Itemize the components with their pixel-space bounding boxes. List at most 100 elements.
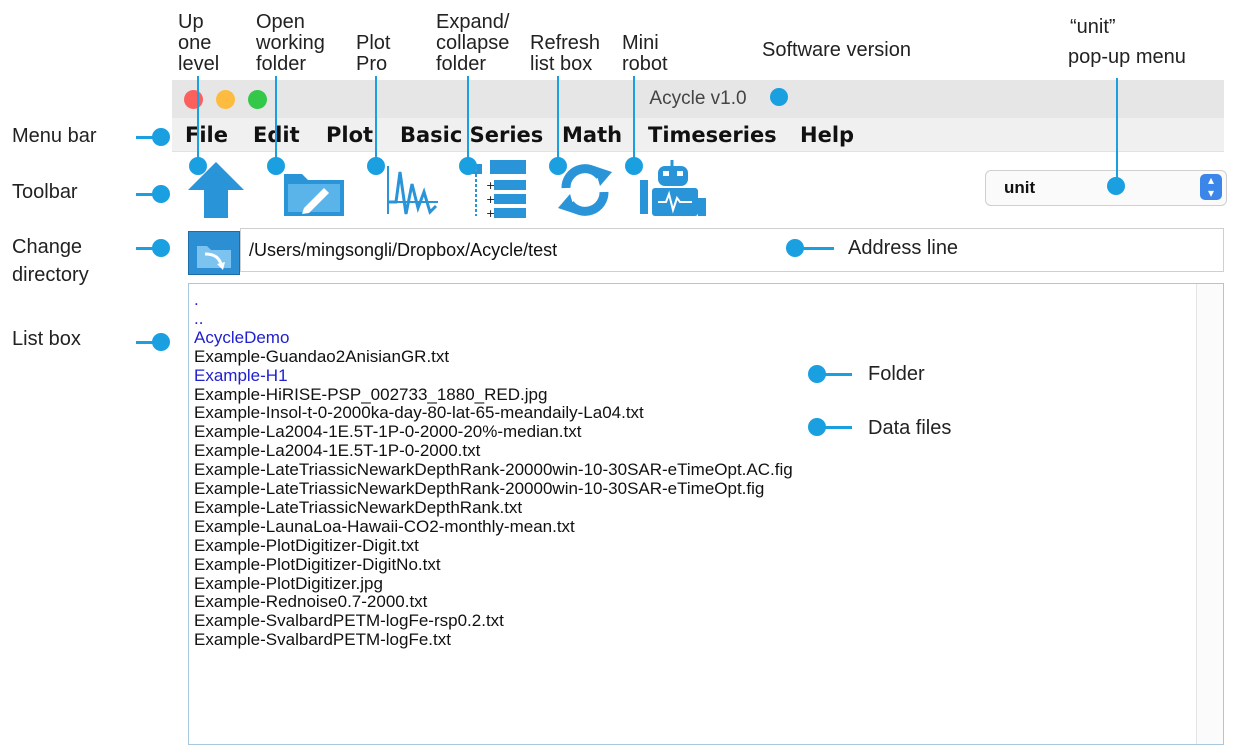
list-item-file[interactable]: Example-LateTriassicNewarkDepthRank-2000…	[194, 460, 793, 479]
change-directory-button[interactable]	[188, 231, 240, 275]
annotation-list-box: List box	[12, 328, 81, 350]
list-item-file[interactable]: Example-LaunaLoa-Hawaii-CO2-monthly-mean…	[194, 517, 575, 536]
pointer-dot	[549, 157, 567, 175]
list-item-file[interactable]: Example-PlotDigitizer-DigitNo.txt	[194, 555, 441, 574]
pointer-dot	[267, 157, 285, 175]
pointer-dot	[459, 157, 477, 175]
connector-line	[633, 76, 635, 160]
list-item-file[interactable]: Example-Rednoise0.7-2000.txt	[194, 592, 427, 611]
annotation-line: one	[178, 32, 212, 54]
menu-timeseries[interactable]: Timeseries	[648, 123, 777, 147]
menu-basic-series[interactable]: Basic Series	[400, 123, 543, 147]
list-item-file[interactable]: Example-LateTriassicNewarkDepthRank-2000…	[194, 479, 764, 498]
list-item-file[interactable]: Example-PlotDigitizer.jpg	[194, 574, 383, 593]
pointer-dot	[770, 88, 788, 106]
list-item-folder[interactable]: .	[194, 290, 199, 309]
pointer-dot	[189, 157, 207, 175]
pointer-dot	[1107, 177, 1125, 195]
list-item-file[interactable]: Example-Insol-t-0-2000ka-day-80-lat-65-m…	[194, 403, 644, 422]
list-item-file[interactable]: Example-La2004-1E.5T-1P-0-2000-20%-media…	[194, 422, 581, 441]
window-title: Acycle v1.0	[649, 88, 747, 109]
annotation-line: Refresh	[530, 32, 601, 54]
address-line[interactable]: /Users/mingsongli/Dropbox/Acycle/test	[240, 228, 1224, 272]
annotation-address-line: Address line	[848, 237, 959, 259]
annotation-line: Expand/	[436, 11, 510, 33]
annotation-data-files: Data files	[868, 417, 952, 439]
annotation-up-one-level: Up one level	[178, 12, 219, 75]
connector-line	[197, 76, 199, 160]
menu-plot[interactable]: Plot	[326, 123, 373, 147]
annotation-line: level	[178, 53, 220, 75]
annotation-line: Mini	[622, 32, 659, 54]
annotation-line: “unit”	[1070, 16, 1116, 38]
list-item-file[interactable]: Example-HiRISE-PSP_002733_1880_RED.jpg	[194, 385, 547, 404]
annotation-line: Change	[12, 236, 83, 258]
annotation-open-working-folder: Open working folder	[256, 12, 325, 75]
folder-arrow-icon	[197, 246, 231, 270]
annotation-mini-robot: Mini robot	[622, 33, 668, 75]
chevron-updown-icon: ▴ ▾	[1200, 174, 1222, 200]
annotation-toolbar: Toolbar	[12, 181, 78, 203]
menu-file[interactable]: File	[185, 123, 228, 147]
list-box[interactable]: ... AcycleDemo Example-Guandao2AnisianGR.t…	[188, 283, 1224, 745]
address-path: /Users/mingsongli/Dropbox/Acycle/test	[249, 240, 558, 260]
annotation-menu-bar: Menu bar	[12, 125, 97, 147]
unit-popup-menu[interactable]: unit ▴ ▾	[985, 170, 1227, 206]
annotation-line: folder	[436, 53, 487, 75]
window-titlebar: Acycle v1.0	[172, 80, 1224, 119]
annotation-plot-pro: Plot Pro	[356, 33, 390, 75]
annotation-line: robot	[622, 53, 668, 75]
annotation-software-version: Software version	[762, 39, 911, 61]
annotation-unit-menu: “unit” pop-up menu	[1068, 12, 1186, 72]
pointer-dot	[152, 128, 170, 146]
list-item-file[interactable]: Example-SvalbardPETM-logFe.txt	[194, 630, 451, 649]
annotation-line: pop-up menu	[1068, 46, 1186, 68]
svg-text:+: +	[486, 179, 495, 192]
annotation-line: Open	[256, 11, 305, 33]
open-working-folder-button[interactable]	[280, 158, 344, 220]
pointer-dot	[367, 157, 385, 175]
plot-pro-button[interactable]	[380, 158, 440, 220]
unit-popup-value: unit	[1004, 178, 1036, 197]
list-item-file[interactable]: Example-Guandao2AnisianGR.txt	[194, 347, 449, 366]
list-item-folder[interactable]: AcycleDemo	[194, 328, 289, 347]
connector-line	[467, 76, 469, 160]
list-item-file[interactable]: Example-PlotDigitizer-Digit.txt	[194, 536, 419, 555]
annotation-line: directory	[12, 264, 89, 286]
annotation-folder: Folder	[868, 363, 925, 385]
annotation-line: Up	[178, 11, 204, 33]
connector-line	[275, 76, 277, 160]
svg-text:+: +	[486, 207, 495, 220]
annotation-line: working	[256, 32, 325, 54]
folder-edit-icon	[284, 174, 344, 216]
annotation-refresh: Refresh list box	[530, 33, 600, 75]
annotation-change-directory: Change directory	[12, 233, 89, 289]
scrollbar[interactable]	[1196, 284, 1223, 744]
connector-line	[822, 373, 852, 376]
pointer-dot	[152, 333, 170, 351]
pointer-dot	[152, 185, 170, 203]
connector-line	[822, 426, 852, 429]
annotation-line: list box	[530, 53, 593, 75]
menu-bar: File Edit Plot Basic Series Math Timeser…	[172, 118, 1224, 152]
annotation-expand-collapse: Expand/ collapse folder	[436, 12, 509, 75]
annotation-line: Pro	[356, 53, 388, 75]
list-item-file[interactable]: Example-LateTriassicNewarkDepthRank.txt	[194, 498, 522, 517]
annotation-line: folder	[256, 53, 307, 75]
list-item-folder[interactable]: Example-H1	[194, 366, 288, 385]
connector-line	[800, 247, 834, 250]
connector-line	[375, 76, 377, 160]
list-item-file[interactable]: Example-SvalbardPETM-logFe-rsp0.2.txt	[194, 611, 504, 630]
pointer-dot	[152, 239, 170, 257]
list-item-folder[interactable]: ..	[194, 309, 203, 328]
annotation-line: Plot	[356, 32, 391, 54]
annotation-line: collapse	[436, 32, 510, 54]
connector-line	[557, 76, 559, 160]
plot-wave-icon	[387, 166, 438, 215]
svg-text:+: +	[486, 193, 495, 206]
list-item-file[interactable]: Example-La2004-1E.5T-1P-0-2000.txt	[194, 441, 480, 460]
menu-math[interactable]: Math	[562, 123, 622, 147]
menu-help[interactable]: Help	[800, 123, 854, 147]
mini-robot-button[interactable]	[638, 158, 706, 220]
pointer-dot	[625, 157, 643, 175]
